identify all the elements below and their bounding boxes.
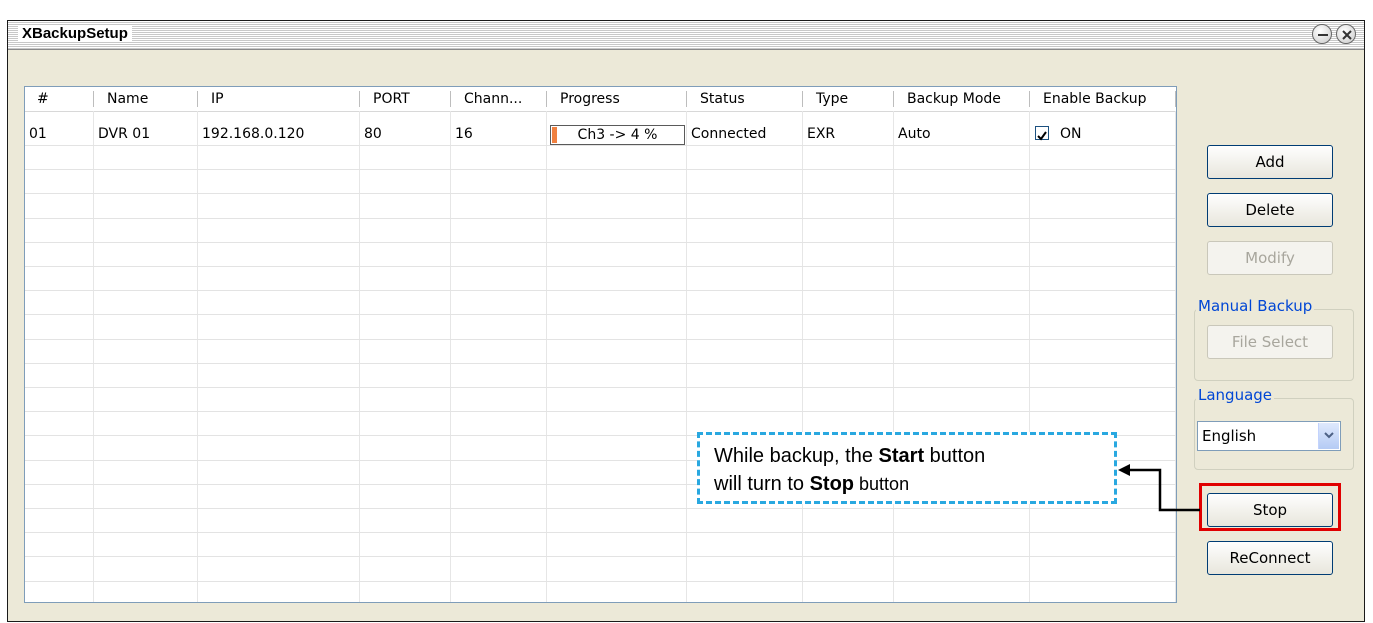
row-divider [25, 314, 1176, 315]
cell-channels: 16 [455, 126, 473, 142]
progress-text: Ch3 -> 4 % [577, 127, 658, 143]
row-divider [25, 556, 1176, 557]
col-header-enable-backup[interactable]: Enable Backup [1031, 87, 1176, 111]
progress-bar: Ch3 -> 4 % [550, 125, 685, 145]
row-divider [25, 169, 1176, 170]
column-divider [450, 111, 451, 602]
callout-line1-prefix: While backup, the [714, 445, 879, 467]
col-header-ip[interactable]: IP [199, 87, 359, 111]
dropdown-arrow[interactable] [1318, 423, 1339, 449]
row-divider [25, 387, 1176, 388]
annotation-callout: While backup, the Start button will turn… [697, 432, 1117, 504]
row-divider [25, 411, 1176, 412]
row-divider [25, 145, 1176, 146]
language-label: Language [1196, 386, 1275, 404]
row-divider [25, 581, 1176, 582]
column-divider [893, 111, 894, 602]
col-header-channels[interactable]: Chann... [452, 87, 548, 111]
col-header-port[interactable]: PORT [361, 87, 451, 111]
delete-button[interactable]: Delete [1207, 193, 1333, 227]
column-divider [93, 111, 94, 602]
annotation-arrow [1118, 464, 1200, 512]
column-divider [359, 111, 360, 602]
column-divider [802, 111, 803, 602]
callout-line1-suffix: button [924, 445, 986, 467]
language-select[interactable]: English [1197, 421, 1341, 451]
col-header-type[interactable]: Type [804, 87, 894, 111]
cell-ip: 192.168.0.120 [202, 126, 305, 142]
enable-backup-checkbox[interactable] [1035, 126, 1049, 141]
manual-backup-label: Manual Backup [1196, 297, 1315, 315]
column-divider [686, 111, 687, 602]
chevron-down-icon [1324, 432, 1334, 439]
row-divider [25, 532, 1176, 533]
row-divider [25, 193, 1176, 194]
cell-name: DVR 01 [98, 126, 151, 142]
reconnect-button[interactable]: ReConnect [1207, 541, 1333, 575]
row-divider [25, 242, 1176, 243]
cell-type: EXR [807, 126, 836, 142]
dvr-list-table: # Name IP PORT Chann... Progress Status … [24, 86, 1177, 603]
col-header-name[interactable]: Name [95, 87, 195, 111]
row-divider [25, 508, 1176, 509]
cell-backup-mode: Auto [898, 126, 931, 142]
table-header: # Name IP PORT Chann... Progress Status … [25, 87, 1176, 112]
col-header-progress[interactable]: Progress [548, 87, 688, 111]
modify-button[interactable]: Modify [1207, 241, 1333, 275]
minimize-icon [1318, 34, 1328, 36]
callout-line2-suffix: button [854, 474, 910, 494]
row-divider [25, 266, 1176, 267]
cell-port: 80 [364, 126, 382, 142]
add-button[interactable]: Add [1207, 145, 1333, 179]
minimize-button[interactable] [1312, 24, 1332, 44]
close-icon [1342, 30, 1352, 40]
callout-line2-prefix: will turn to [714, 473, 810, 495]
row-divider [25, 363, 1176, 364]
column-divider [1029, 111, 1030, 602]
xbackupsetup-window: XBackupSetup # Name IP PORT Chann... Pro… [7, 20, 1365, 622]
stop-button-highlight [1199, 483, 1341, 531]
file-select-button[interactable]: File Select [1207, 325, 1333, 359]
title-bar: XBackupSetup [8, 21, 1364, 50]
column-divider [197, 111, 198, 602]
callout-line2-bold: Stop [809, 473, 855, 495]
checkmark-icon [1037, 131, 1047, 141]
cell-number: 01 [29, 126, 47, 142]
window-title: XBackupSetup [18, 25, 132, 42]
callout-text: While backup, the Start button will turn… [714, 442, 985, 498]
callout-line1-bold: Start [878, 445, 925, 467]
col-header-number[interactable]: # [25, 87, 85, 111]
col-header-backup-mode[interactable]: Backup Mode [895, 87, 1031, 111]
cell-status: Connected [691, 126, 767, 142]
cell-enable-backup-label: ON [1060, 126, 1082, 142]
language-selected-value: English [1202, 427, 1257, 445]
column-divider [1175, 111, 1176, 602]
row-divider [25, 339, 1176, 340]
column-divider [546, 111, 547, 602]
close-button[interactable] [1336, 24, 1356, 44]
row-divider [25, 290, 1176, 291]
row-divider [25, 218, 1176, 219]
col-header-status[interactable]: Status [688, 87, 808, 111]
